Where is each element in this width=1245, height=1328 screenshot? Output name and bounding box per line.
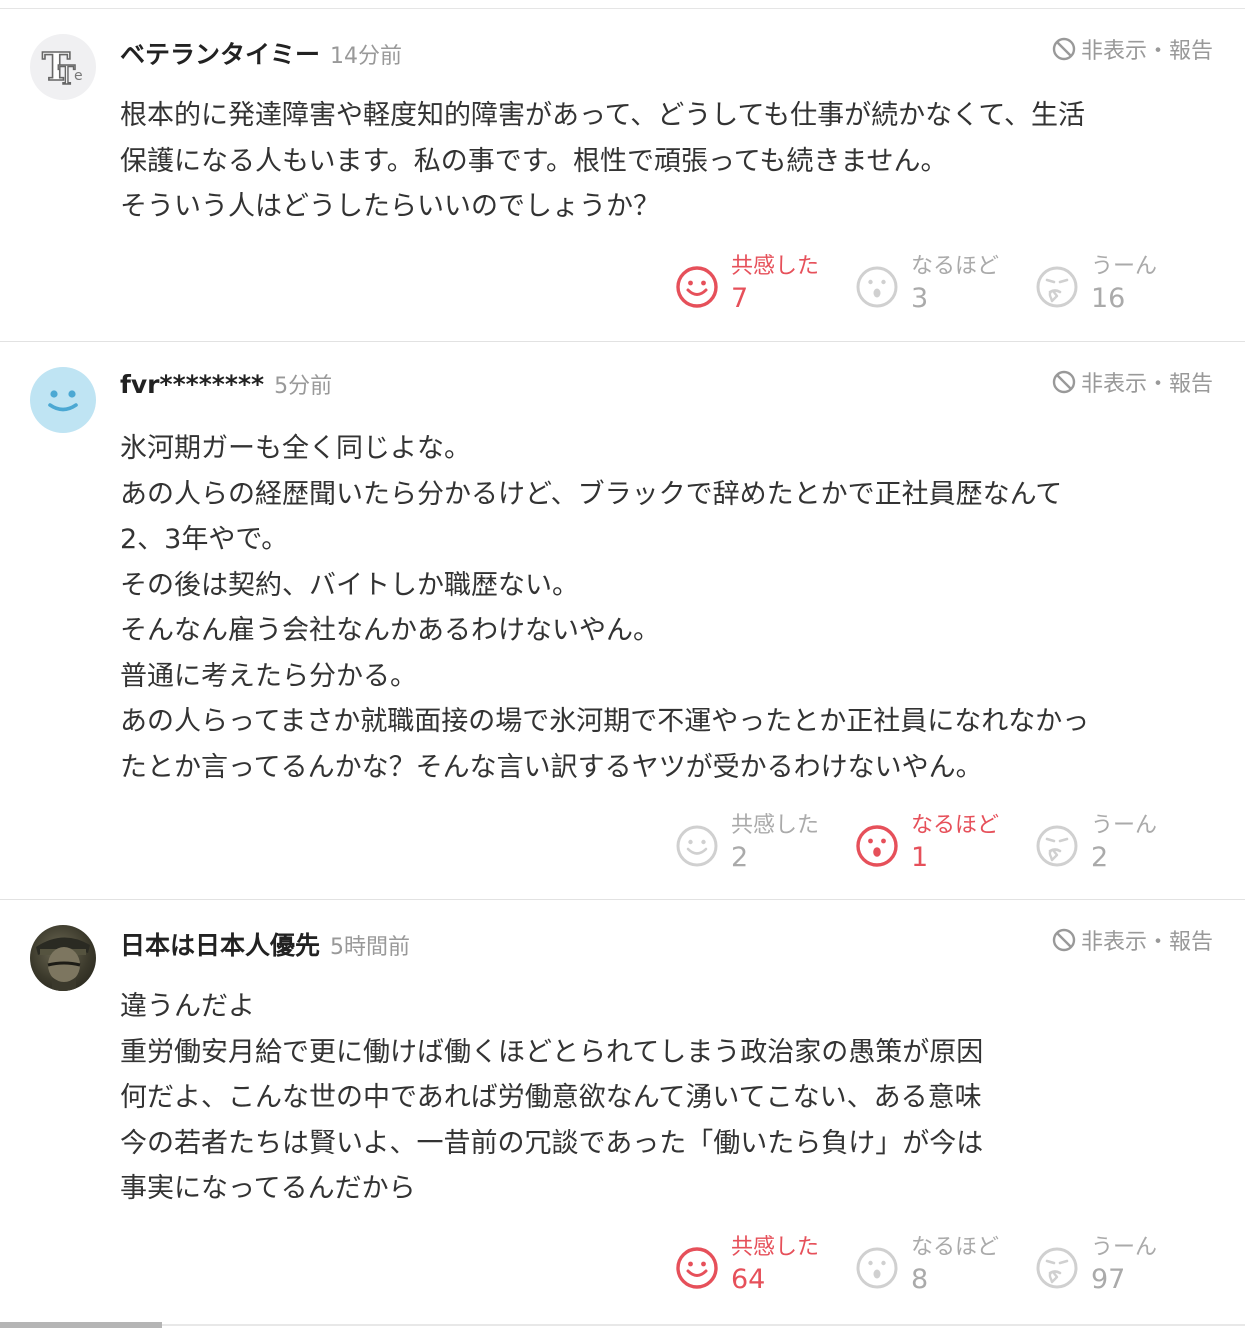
smile-face-icon bbox=[676, 1247, 718, 1289]
smile-face-icon bbox=[676, 825, 718, 867]
prohibit-icon bbox=[1052, 928, 1076, 952]
comment-line: たとか言ってるんかな？そんな言い訳するヤツが受かるわけないやん。 bbox=[120, 751, 983, 783]
reaction-label: 共感した bbox=[731, 813, 820, 838]
thinking-face-icon bbox=[1036, 825, 1078, 867]
reaction-label: うーん bbox=[1091, 1235, 1158, 1260]
comment-line: 氷河期ガーも全く同じよな。 bbox=[120, 433, 471, 464]
reaction-count: 97 bbox=[1091, 1264, 1126, 1295]
timestamp: 5時間前 bbox=[330, 935, 411, 960]
hide-report-link[interactable]: 非表示・報告 bbox=[1051, 924, 1213, 956]
username[interactable]: ベテランタイミー bbox=[120, 35, 320, 71]
comment-line: そういう人はどうしたらいいのでしょうか？ bbox=[120, 191, 660, 222]
avatar[interactable] bbox=[30, 367, 96, 433]
reaction-count: 2 bbox=[1091, 842, 1109, 873]
comment-body: 根本的に発達障害や軽度知的障害があって、どうしても仕事が続かなくて、生活 保護に… bbox=[120, 93, 1215, 230]
reaction-label: なるほど bbox=[911, 1235, 1000, 1260]
surprised-face-icon bbox=[856, 1247, 898, 1289]
comment-line: 違うんだよ bbox=[120, 991, 255, 1022]
username[interactable]: 日本は日本人優先 bbox=[120, 926, 320, 962]
reaction-empathy-button[interactable]: 共感した 64 bbox=[675, 1234, 855, 1298]
reaction-count: 16 bbox=[1091, 283, 1126, 314]
comment-item: 日本は日本人優先 5時間前 非表示・報告 違うんだよ 重労働安月給で更に働けば働… bbox=[0, 900, 1245, 1320]
reaction-insight-button[interactable]: なるほど 8 bbox=[855, 1234, 1035, 1298]
comment-line: その後は契約、バイトしか職歴ない。 bbox=[120, 569, 579, 601]
surprised-face-icon bbox=[856, 825, 898, 867]
comment-body: 違うんだよ 重労働安月給で更に働けば働くほどとられてしまう政治家の愚策が原因 何… bbox=[120, 984, 1215, 1212]
thinking-face-icon bbox=[1036, 1247, 1078, 1289]
reaction-label: うーん bbox=[1091, 254, 1158, 279]
comment-body: 氷河期ガーも全く同じよな。 あの人らの経歴聞いたら分かるけど、ブラックで辞めたと… bbox=[120, 426, 1215, 790]
reaction-empathy-button[interactable]: 共感した 2 bbox=[675, 812, 855, 876]
letter-t-avatar-icon: T T e bbox=[41, 43, 83, 92]
horizontal-scrollbar-track[interactable] bbox=[162, 1324, 1245, 1326]
comment-item: fvr******** 5分前 非表示・報告 氷河期ガーも全く同じよな。 あの人… bbox=[0, 342, 1245, 900]
photo-avatar-icon bbox=[36, 937, 90, 991]
reaction-count: 3 bbox=[911, 283, 929, 314]
comment-line: 重労働安月給で更に働けば働くほどとられてしまう政治家の愚策が原因 bbox=[120, 1036, 984, 1068]
hide-report-link[interactable]: 非表示・報告 bbox=[1051, 366, 1213, 398]
hide-report-label: 非表示・報告 bbox=[1080, 372, 1213, 397]
comment-line: 2、3年やで。 bbox=[120, 524, 289, 555]
timestamp: 14分前 bbox=[330, 44, 403, 69]
comment-line: 普通に考えたら分かる。 bbox=[120, 660, 417, 692]
reaction-hmm-button[interactable]: うーん 97 bbox=[1035, 1234, 1215, 1298]
comment-line: そんなん雇う会社なんかあるわけないやん。 bbox=[120, 615, 660, 646]
horizontal-scrollbar-thumb[interactable] bbox=[0, 1322, 162, 1328]
username[interactable]: fvr******** bbox=[120, 370, 264, 399]
reaction-empathy-button[interactable]: 共感した 7 bbox=[675, 253, 855, 317]
comment-line: あの人らの経歴聞いたら分かるけど、ブラックで辞めたとかで正社員歴なんて bbox=[120, 478, 1063, 510]
reaction-count: 8 bbox=[911, 1264, 929, 1295]
timestamp: 5分前 bbox=[274, 374, 333, 399]
reaction-bar: 共感した 2 なるほど 1 うーん 2 bbox=[675, 812, 1215, 876]
top-divider bbox=[0, 0, 1245, 9]
reaction-count: 7 bbox=[731, 283, 749, 314]
reaction-insight-button[interactable]: なるほど 1 bbox=[855, 812, 1035, 876]
comment-line: 根本的に発達障害や軽度知的障害があって、どうしても仕事が続かなくて、生活 bbox=[120, 100, 1085, 131]
reaction-insight-button[interactable]: なるほど 3 bbox=[855, 253, 1035, 317]
reaction-bar: 共感した 64 なるほど 8 うーん 97 bbox=[675, 1234, 1215, 1298]
comment-line: 保護になる人もいます。私の事です。根性で頑張っても続きません。 bbox=[120, 145, 948, 177]
comment-item: T T e ベテランタイミー 14分前 非表示・報告 根本的に発達障害や軽度知的… bbox=[0, 9, 1245, 342]
thinking-face-icon bbox=[1036, 266, 1078, 308]
comment-line: あの人らってまさか就職面接の場で氷河期で不運やったとか正社員になれなかっ bbox=[120, 706, 1090, 737]
reaction-count: 2 bbox=[731, 842, 749, 873]
prohibit-icon bbox=[1052, 370, 1076, 394]
comment-line: 今の若者たちは賢いよ、一昔前の冗談であった「働いたら負け」が今は bbox=[120, 1127, 984, 1159]
hide-report-label: 非表示・報告 bbox=[1080, 930, 1213, 955]
comment-line: 事実になってるんだから bbox=[120, 1173, 416, 1204]
reaction-label: 共感した bbox=[731, 254, 820, 279]
avatar[interactable]: T T e bbox=[30, 34, 96, 100]
reaction-label: なるほど bbox=[911, 813, 1000, 838]
prohibit-icon bbox=[1052, 37, 1076, 61]
comment-line: 何だよ、こんな世の中であれば労働意欲なんて湧いてこない、ある意味 bbox=[120, 1082, 982, 1113]
reaction-label: 共感した bbox=[731, 1235, 820, 1260]
smile-face-icon bbox=[676, 266, 718, 308]
hide-report-label: 非表示・報告 bbox=[1080, 39, 1213, 64]
reaction-hmm-button[interactable]: うーん 16 bbox=[1035, 253, 1215, 317]
reaction-count: 1 bbox=[911, 842, 929, 873]
reaction-count: 64 bbox=[731, 1264, 766, 1295]
reaction-label: なるほど bbox=[911, 254, 1000, 279]
reaction-label: うーん bbox=[1091, 813, 1158, 838]
reaction-hmm-button[interactable]: うーん 2 bbox=[1035, 812, 1215, 876]
default-smile-avatar-icon bbox=[48, 390, 78, 412]
reaction-bar: 共感した 7 なるほど 3 うーん 16 bbox=[675, 253, 1215, 317]
avatar[interactable] bbox=[30, 925, 96, 991]
svg-text:e: e bbox=[74, 68, 83, 84]
hide-report-link[interactable]: 非表示・報告 bbox=[1051, 33, 1213, 65]
surprised-face-icon bbox=[856, 266, 898, 308]
